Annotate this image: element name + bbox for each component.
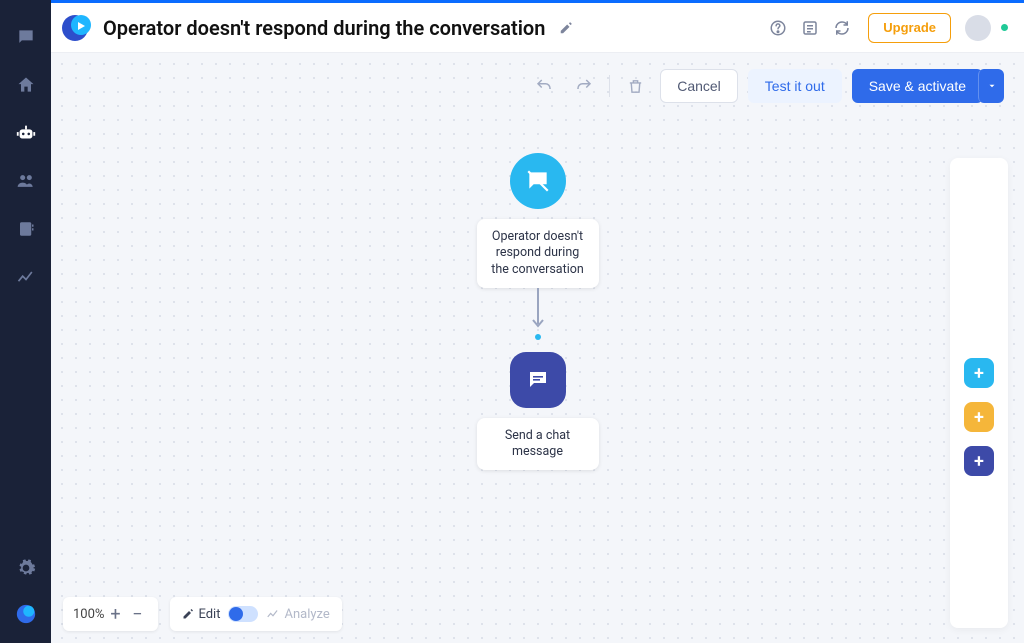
save-dropdown-caret[interactable] [978,69,1004,103]
nav-logo-icon[interactable] [9,597,43,631]
flow: Operator doesn't respond during the conv… [477,153,599,470]
nav-people-icon[interactable] [9,164,43,198]
app-logo-icon [61,12,93,44]
nav-contacts-icon[interactable] [9,212,43,246]
help-icon[interactable] [764,14,792,42]
news-icon[interactable] [796,14,824,42]
nav-chat-icon[interactable] [9,20,43,54]
nav-analytics-icon[interactable] [9,260,43,294]
separator [609,75,610,97]
nav-bot-icon[interactable] [9,116,43,150]
zoom-out-button[interactable]: − [126,603,148,625]
add-node-panel: + + + [950,158,1008,628]
zoom-value: 100% [73,607,104,622]
connector-dot [535,334,541,340]
cancel-button[interactable]: Cancel [660,69,738,103]
undo-button[interactable] [529,71,559,101]
trigger-node-label: Operator doesn't respond during the conv… [491,229,584,277]
action-node[interactable]: Send a chat message [477,418,599,471]
refresh-icon[interactable] [828,14,856,42]
action-node-label: Send a chat message [505,428,570,459]
trigger-node-icon[interactable] [510,153,566,209]
action-node-icon[interactable] [510,352,566,408]
test-button[interactable]: Test it out [748,69,842,103]
mode-toggle[interactable] [228,606,258,622]
trigger-node[interactable]: Operator doesn't respond during the conv… [477,219,599,288]
add-trigger-button[interactable]: + [964,358,994,388]
bottom-toolbar: 100% + − Edit Analyze [63,597,342,631]
upgrade-button[interactable]: Upgrade [868,13,951,43]
presence-indicator [1001,24,1008,31]
edit-title-button[interactable] [553,15,579,41]
action-bar: Cancel Test it out Save & activate [529,69,1004,103]
avatar[interactable] [965,15,991,41]
add-action-button[interactable]: + [964,446,994,476]
nav-home-icon[interactable] [9,68,43,102]
left-nav [0,0,51,643]
nav-settings-icon[interactable] [9,551,43,585]
delete-button[interactable] [620,71,650,101]
edit-mode-label[interactable]: Edit [182,607,220,622]
page-title: Operator doesn't respond during the conv… [103,16,545,40]
add-condition-button[interactable]: + [964,402,994,432]
canvas[interactable]: Cancel Test it out Save & activate + + + [51,53,1024,643]
flow-connector [537,288,539,330]
mode-switch: Edit Analyze [170,597,341,631]
zoom-in-button[interactable]: + [104,603,126,625]
analyze-mode-label[interactable]: Analyze [266,607,329,622]
header: Operator doesn't respond during the conv… [51,3,1024,53]
save-activate-button[interactable]: Save & activate [852,69,983,103]
zoom-control: 100% + − [63,597,158,631]
redo-button[interactable] [569,71,599,101]
